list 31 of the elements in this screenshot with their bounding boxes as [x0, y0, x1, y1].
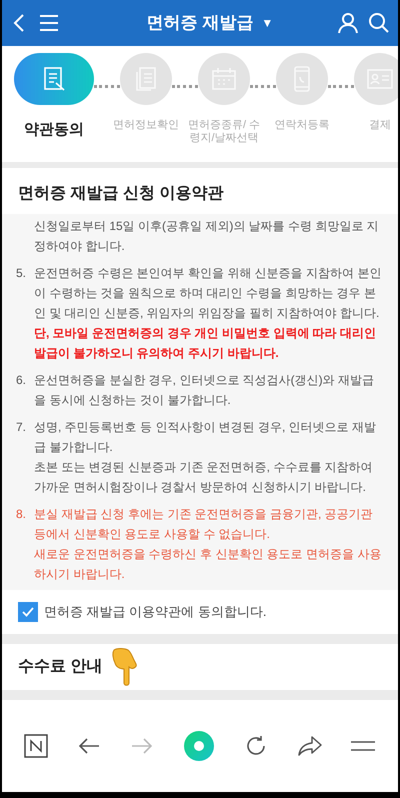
search-icon[interactable]	[368, 12, 390, 34]
back-arrow-icon[interactable]	[77, 736, 102, 756]
item-number: 5.	[16, 265, 28, 282]
agree-checkbox[interactable]	[18, 602, 38, 622]
item-number: 7.	[16, 419, 28, 436]
agree-label: 면허증 재발급 이용약관에 동의합니다.	[44, 603, 266, 622]
terms-text: 운선면허증을 분실한 경우, 인터넷으로 직성검사(갱신)와 재발급을 동시에 신청하는 것이 불가합니다.	[34, 372, 375, 409]
checkmark-icon	[22, 607, 34, 617]
person-icon[interactable]	[336, 11, 360, 35]
step-label: 연락처등록	[274, 119, 330, 132]
section-title: 수수료 안내	[18, 657, 102, 677]
caret-icon[interactable]: ▼	[261, 14, 274, 32]
warning-text: 분실 재발급 신청 후에는 기존 운전면허증을 금융기관, 공공기관 등에서 신분확인 용도로 사용할 수 없습니다.	[34, 506, 374, 543]
share-arrow-icon[interactable]	[296, 735, 323, 757]
step-indicator[interactable]	[14, 53, 94, 105]
terms-text: 운전면허증 수령은 본인여부 확인을 위해 신분증을 지참하여 본인이 수령하는 것을 원칙으로 하며 대리인 수령을 희망하는 경우 본인 및 대리인 신분증, 위임자의 위임장을 필히 지참하여야 합니다. 단, 모바일 운전면허증의 경우 개인 비밀번호 입력에 따라 대리인 발급이 불가하오니 유의하여 주시기 바랍니다.	[34, 265, 382, 362]
item-number: 8.	[16, 506, 28, 523]
step-label: 면허증종류/ 수령지/날짜선택	[186, 119, 262, 145]
n-logo-icon[interactable]	[24, 734, 48, 758]
terms-text: 신청일로부터 15일 이후(공휴일 제외)의 날짜를 수령 희망일로 지정하여야 합니다.	[34, 218, 380, 255]
warning-text: 새로운 운전면허증을 수령하신 후 신분확인 용도로 면허증을 사용하시기 바랍니다.	[34, 546, 382, 583]
terms-text: 초본 또는 변경된 신분증과 기존 운전면허증, 수수료를 지참하여 가까운 면허시험장이나 경찰서 방문하여 신청하시기 바랍니다.	[34, 459, 374, 496]
menu-icon[interactable]	[38, 13, 60, 33]
item-number: 6.	[16, 372, 28, 389]
section-title: 면허증 재발급 신청 이용약관	[17, 184, 224, 204]
step-label: 결제	[368, 119, 392, 132]
step-label: 약관동의	[24, 120, 84, 140]
step-label: 면허정보확인	[112, 119, 180, 132]
terms-text: 성명, 주민등록번호 등 인적사항이 변경된 경우, 인터넷으로 재발급 불가합니다.	[34, 419, 378, 456]
menu-icon[interactable]	[351, 739, 376, 753]
page-title: 면허증 재발급	[146, 12, 254, 34]
